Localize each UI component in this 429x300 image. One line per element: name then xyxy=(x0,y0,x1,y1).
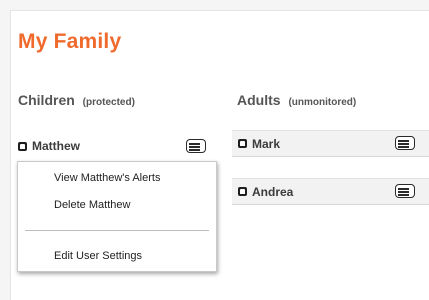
menu-item-edit-settings[interactable]: Edit User Settings xyxy=(54,250,142,262)
adults-heading-note: (unmonitored) xyxy=(288,97,357,108)
list-menu-icon[interactable] xyxy=(186,139,206,153)
member-context-menu: View Matthew's Alerts Delete Matthew Edi… xyxy=(17,161,217,272)
menu-item-delete-user[interactable]: Delete Matthew xyxy=(54,199,130,211)
member-row-matthew[interactable]: Matthew xyxy=(18,135,213,157)
page-title: My Family xyxy=(18,30,122,53)
user-icon xyxy=(18,141,27,151)
user-icon xyxy=(238,187,247,196)
children-heading-note: (protected) xyxy=(82,97,135,108)
member-row-mark[interactable]: Mark xyxy=(232,130,429,157)
member-name[interactable]: Mark xyxy=(252,137,280,151)
menu-item-view-alerts[interactable]: View Matthew's Alerts xyxy=(54,172,160,184)
list-menu-icon[interactable] xyxy=(395,184,415,198)
menu-divider xyxy=(25,230,209,231)
adults-heading-label: Adults xyxy=(237,92,281,108)
member-name[interactable]: Matthew xyxy=(32,139,80,153)
member-name[interactable]: Andrea xyxy=(252,185,293,199)
list-menu-icon[interactable] xyxy=(395,136,415,150)
member-row-andrea[interactable]: Andrea xyxy=(232,178,429,205)
adults-section-heading: Adults (unmonitored) xyxy=(237,92,356,108)
children-heading-label: Children xyxy=(18,92,75,108)
children-section-heading: Children (protected) xyxy=(18,92,135,108)
user-icon xyxy=(238,139,247,148)
